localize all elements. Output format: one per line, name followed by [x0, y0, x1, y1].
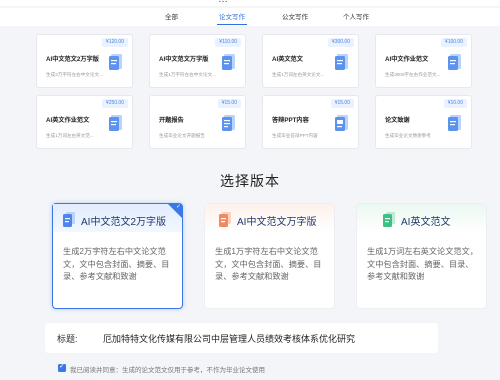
card-title: AI中文范文万字版 [159, 56, 209, 63]
tab-all[interactable]: 全部 [165, 11, 178, 21]
agreement-text: 我已阅读并同意：生成的论文范文仅用于参考，不作为毕业论文使用 [70, 367, 265, 374]
document-blue-icon [448, 54, 461, 70]
ppt-blue-icon [335, 115, 348, 131]
version-title: AI中文范文万字版 [237, 217, 317, 228]
card-title: AI英文范文 [272, 56, 303, 63]
product-card[interactable]: ¥120.00 AI中文范文2万字版 生成2万字符左右中文论文... [36, 34, 133, 88]
tab-official-writing[interactable]: 公文写作 [282, 11, 308, 21]
page-heading: … [218, 0, 229, 5]
version-description: 生成1万词左右英文论文范文，文中包含封面、摘要、目录、参考文献和致谢 [367, 247, 478, 281]
title-field: 标题: 厄加特特文化传媒有限公司中层管理人员绩效考核体系优化研究 [45, 323, 438, 353]
card-title: AI中文作业范文 [385, 56, 429, 63]
document-blue-icon [448, 115, 461, 131]
section-title: 选择版本 [220, 173, 280, 189]
report-blue-icon [222, 115, 235, 131]
title-input[interactable]: 厄加特特文化传媒有限公司中层管理人员绩效考核体系优化研究 [103, 332, 355, 345]
card-description: 生成毕业论文致谢参考 [385, 133, 431, 138]
document-orange-icon [219, 212, 231, 227]
price-badge: ¥300.00 [327, 38, 354, 47]
version-title: AI英文范文 [401, 217, 451, 228]
version-option-10k[interactable]: AI中文范文万字版 生成1万字符左右中文论文范文，文中包含封面、摘要、目录、参考… [204, 203, 335, 309]
version-option-20k[interactable]: AI中文范文2万字版 ✓ 生成2万字符左右中文论文范文，文中包含封面、摘要、目录… [52, 203, 183, 309]
document-blue-icon [335, 54, 348, 70]
price-badge: ¥15.00 [217, 99, 241, 108]
price-badge: ¥15.00 [330, 99, 354, 108]
card-title: AI英文作业范文 [46, 117, 90, 124]
card-description: 生成3000字左右作业范文... [385, 72, 441, 77]
header-strip: … [0, 0, 500, 6]
card-description: 生成1万词左右英文论文... [272, 72, 325, 77]
product-card[interactable]: ¥100.00 AI中文作业范文 生成3000字左右作业范文... [375, 34, 472, 88]
document-blue-icon [222, 54, 235, 70]
product-card[interactable]: ¥15.00 答辩PPT内容 生成毕业答辩PPT内容 [262, 95, 359, 149]
check-icon: ✓ [175, 204, 181, 210]
card-description: 生成1万词左右英文范... [46, 133, 94, 138]
version-option-english[interactable]: AI英文范文 生成1万词左右英文论文范文，文中包含封面、摘要、目录、参考文献和致… [356, 203, 487, 309]
product-card[interactable]: ¥10.00 论文致谢 生成毕业论文致谢参考 [375, 95, 472, 149]
version-header: AI英文范文 [357, 204, 486, 232]
card-title: 论文致谢 [385, 117, 410, 124]
card-title: 答辩PPT内容 [272, 117, 309, 124]
card-description: 生成毕业论文开题报告 [159, 133, 205, 138]
document-blue-icon [109, 54, 122, 70]
document-green-icon [383, 212, 395, 227]
version-description: 生成1万字符左右中文论文范文，文中包含封面、摘要、目录、参考文献和致谢 [215, 247, 322, 281]
price-badge: ¥110.00 [215, 38, 241, 47]
version-title: AI中文范文2万字版 [81, 217, 167, 228]
tab-thesis-writing[interactable]: 论文写作 [217, 11, 247, 25]
document-blue-icon [109, 115, 122, 131]
title-label: 标题: [57, 334, 78, 344]
price-badge: ¥10.00 [443, 99, 467, 108]
product-card[interactable]: ¥250.00 AI英文作业范文 生成1万词左右英文范... [36, 95, 133, 149]
agreement-checkbox[interactable] [58, 362, 66, 372]
card-description: 生成1万字符左右中文论文... [159, 72, 216, 77]
card-title: 开题报告 [159, 117, 184, 124]
version-header: AI中文范文万字版 [205, 204, 334, 232]
product-card[interactable]: ¥110.00 AI中文范文万字版 生成1万字符左右中文论文... [149, 34, 246, 88]
price-badge: ¥250.00 [101, 99, 128, 108]
price-badge: ¥100.00 [440, 38, 467, 47]
card-title: AI中文范文2万字版 [46, 56, 99, 63]
document-blue-icon [63, 212, 75, 227]
version-description: 生成2万字符左右中文论文范文，文中包含封面、摘要、目录、参考文献和致谢 [63, 247, 170, 281]
product-card[interactable]: ¥15.00 开题报告 生成毕业论文开题报告 [149, 95, 246, 149]
product-card[interactable]: ¥300.00 AI英文范文 生成1万词左右英文论文... [262, 34, 359, 88]
tab-personal-writing[interactable]: 个人写作 [343, 11, 369, 21]
product-grid: ¥120.00 AI中文范文2万字版 生成2万字符左右中文论文... ¥110.… [0, 26, 500, 154]
category-tabs: 全部 论文写作 公文写作 个人写作 [0, 8, 500, 26]
version-header: AI中文范文2万字版 [53, 204, 182, 232]
card-description: 生成2万字符左右中文论文... [46, 72, 103, 77]
card-description: 生成毕业答辩PPT内容 [272, 133, 318, 138]
price-badge: ¥120.00 [101, 38, 128, 47]
